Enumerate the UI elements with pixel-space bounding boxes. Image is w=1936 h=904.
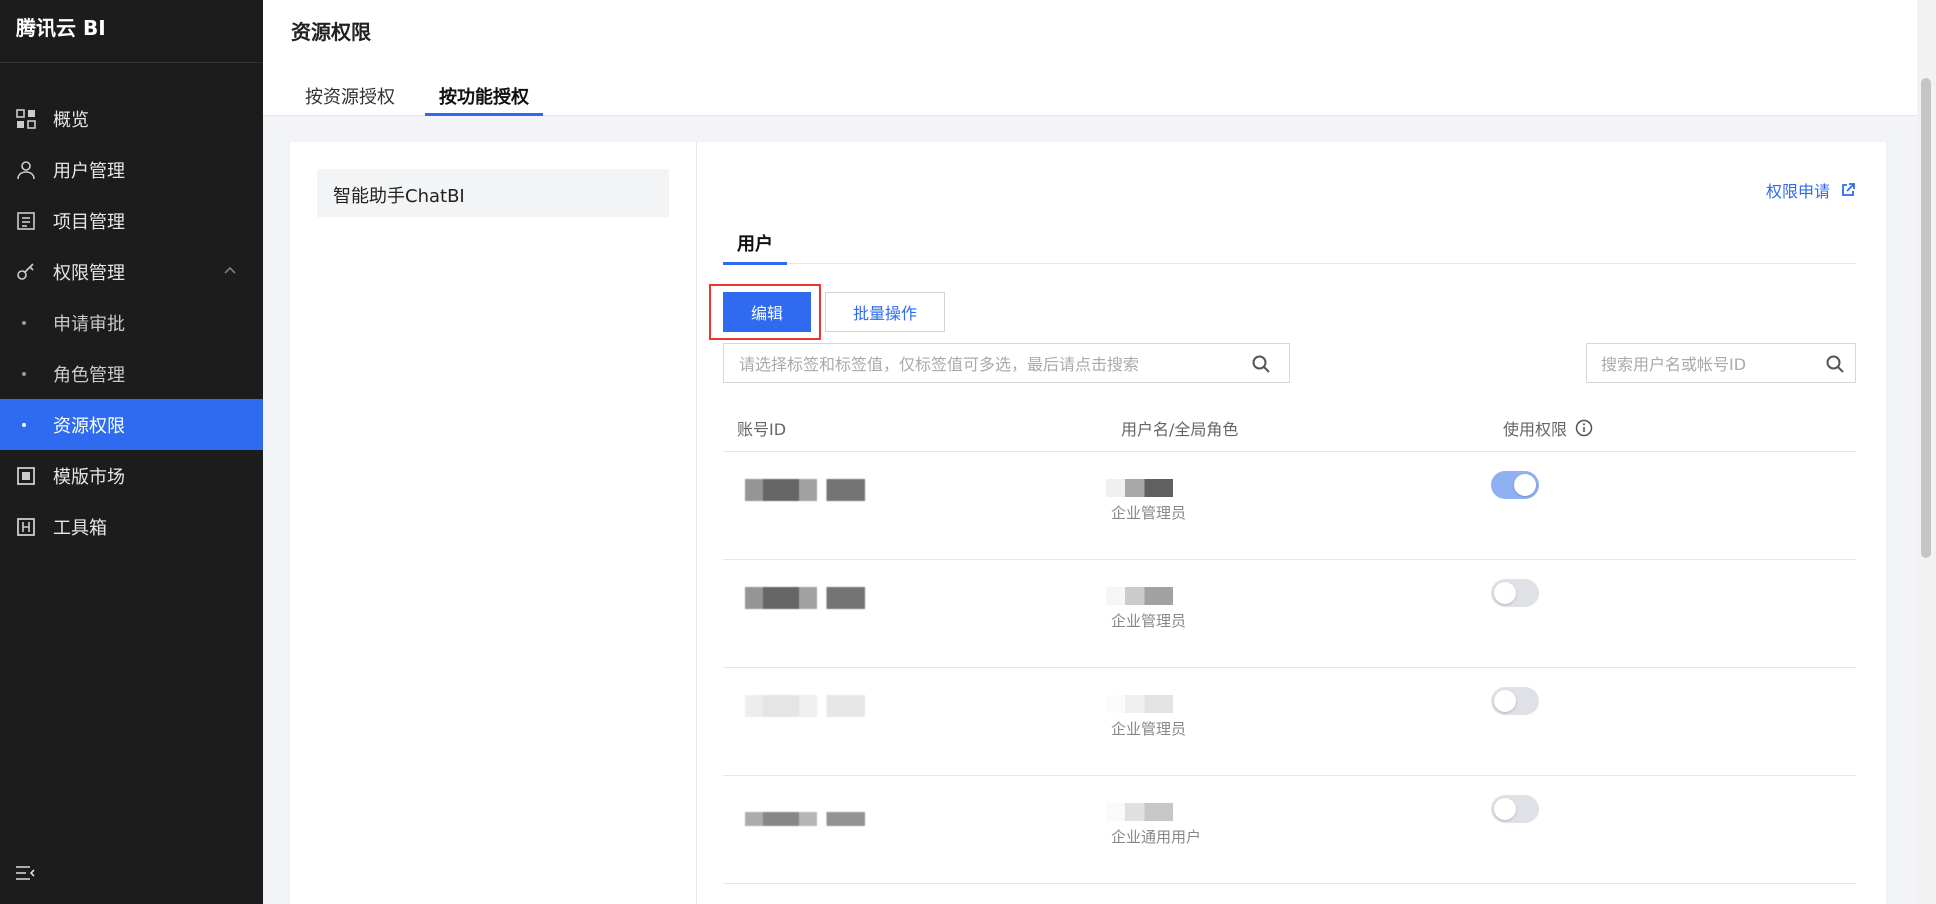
sidebar-item-label: 角色管理 xyxy=(53,364,125,386)
toggle-knob xyxy=(1494,798,1516,820)
sidebar-nav: 概览 用户管理 项目管理 权限管理 申请审批 角色管理 资源权限 模版市场 工具… xyxy=(0,93,263,552)
scrollbar-thumb[interactable] xyxy=(1921,78,1931,558)
table-header: 账号ID 用户名/全局角色 使用权限 xyxy=(723,404,1856,452)
template-icon xyxy=(16,466,36,486)
sidebar-item-label: 申请审批 xyxy=(53,313,125,335)
tab-by-resource[interactable]: 按资源授权 xyxy=(291,78,409,116)
page-title: 资源权限 xyxy=(291,20,371,44)
sidebar: 腾讯云 BI 概览 用户管理 项目管理 权限管理 申请审批 角色管理 资源权限 … xyxy=(0,0,263,904)
search-icon[interactable] xyxy=(1251,354,1271,374)
user-search-placeholder: 搜索用户名或帐号ID xyxy=(1601,355,1747,374)
header-username-role: 用户名/全局角色 xyxy=(1121,419,1239,439)
global-role: 企业管理员 xyxy=(1111,720,1187,738)
bullet-icon xyxy=(22,422,26,427)
sidebar-item-users[interactable]: 用户管理 xyxy=(0,144,263,195)
table-row: 企业管理员 xyxy=(723,452,1856,560)
function-list: 智能助手ChatBI xyxy=(290,142,697,904)
tag-search-placeholder: 请选择标签和标签值，仅标签值可多选，最后请点击搜索 xyxy=(739,355,1140,374)
account-id-redacted xyxy=(745,812,865,826)
sidebar-item-overview[interactable]: 概览 xyxy=(0,93,263,144)
user-search-input[interactable]: 搜索用户名或帐号ID xyxy=(1586,343,1856,383)
dashboard-icon xyxy=(16,108,36,129)
sidebar-item-approval[interactable]: 申请审批 xyxy=(0,297,263,348)
sidebar-item-label: 模版市场 xyxy=(53,466,125,488)
permission-toggle[interactable] xyxy=(1491,579,1539,607)
permission-tabs: 按资源授权 按功能授权 xyxy=(291,78,559,116)
tag-search-input[interactable]: 请选择标签和标签值，仅标签值可多选，最后请点击搜索 xyxy=(723,343,1290,383)
toggle-knob xyxy=(1494,690,1516,712)
sidebar-item-projects[interactable]: 项目管理 xyxy=(0,195,263,246)
user-subtabs: 用户 xyxy=(723,230,1856,265)
global-role: 企业管理员 xyxy=(1111,504,1187,522)
table-row: 企业管理员 xyxy=(723,560,1856,668)
page-header: 资源权限 按资源授权 按功能授权 xyxy=(263,0,1917,116)
bullet-icon xyxy=(22,371,26,376)
sidebar-item-label: 权限管理 xyxy=(53,262,125,284)
permission-panel: 权限申请 用户 编辑 批量操作 请选择标签和标签值，仅标签值可多选，最后请点击搜… xyxy=(697,142,1886,904)
external-link-icon xyxy=(1842,183,1855,196)
table-row: 企业管理员 xyxy=(723,668,1856,776)
info-icon[interactable] xyxy=(1575,419,1593,437)
edit-button[interactable]: 编辑 xyxy=(723,292,811,332)
permission-toggle[interactable] xyxy=(1491,795,1539,823)
collapse-menu-icon[interactable] xyxy=(14,862,36,884)
sidebar-item-label: 概览 xyxy=(53,109,89,131)
permission-toggle[interactable] xyxy=(1491,471,1539,499)
header-permission: 使用权限 xyxy=(1479,416,1856,440)
tab-users[interactable]: 用户 xyxy=(723,230,787,265)
content-card: 智能助手ChatBI 权限申请 用户 编辑 批量操作 请选择标签和标签值，仅标签… xyxy=(290,142,1886,904)
function-item-chatbi[interactable]: 智能助手ChatBI xyxy=(317,169,669,217)
tab-by-function[interactable]: 按功能授权 xyxy=(425,78,543,116)
key-icon xyxy=(16,262,36,282)
sidebar-item-label: 工具箱 xyxy=(53,517,107,539)
global-role: 企业通用用户 xyxy=(1111,828,1202,846)
apply-permission-link[interactable]: 权限申请 xyxy=(1766,178,1856,202)
account-id-redacted xyxy=(745,587,865,609)
username-redacted xyxy=(1106,587,1202,605)
sidebar-item-templates[interactable]: 模版市场 xyxy=(0,450,263,501)
sidebar-item-label: 用户管理 xyxy=(53,160,125,182)
user-permission-table: 账号ID 用户名/全局角色 使用权限 企业管理员 企业管理员 企业管理员 企业通… xyxy=(723,404,1856,884)
chevron-up-icon xyxy=(224,266,236,274)
bullet-icon xyxy=(22,320,26,325)
sidebar-item-resource-permissions[interactable]: 资源权限 xyxy=(0,399,263,450)
sidebar-item-permissions[interactable]: 权限管理 xyxy=(0,246,263,297)
toggle-knob xyxy=(1514,474,1536,496)
table-row: 企业通用用户 xyxy=(723,776,1856,884)
sidebar-item-label: 资源权限 xyxy=(53,415,125,437)
sidebar-item-toolbox[interactable]: 工具箱 xyxy=(0,501,263,552)
brand-logo: 腾讯云 BI xyxy=(0,0,263,63)
batch-operation-button[interactable]: 批量操作 xyxy=(825,292,945,332)
search-icon[interactable] xyxy=(1825,354,1845,374)
user-icon xyxy=(16,160,36,180)
account-id-redacted xyxy=(745,479,865,501)
sidebar-item-label: 项目管理 xyxy=(53,211,125,233)
global-role: 企业管理员 xyxy=(1111,612,1187,630)
header-permission-label: 使用权限 xyxy=(1503,419,1568,439)
account-id-redacted xyxy=(745,695,865,717)
sidebar-item-roles[interactable]: 角色管理 xyxy=(0,348,263,399)
permission-toggle[interactable] xyxy=(1491,687,1539,715)
username-redacted xyxy=(1106,695,1202,713)
apply-permission-label: 权限申请 xyxy=(1765,182,1830,201)
header-account-id: 账号ID xyxy=(737,419,787,439)
toggle-knob xyxy=(1494,582,1516,604)
username-redacted xyxy=(1106,803,1202,821)
username-redacted xyxy=(1106,479,1202,497)
page-scrollbar[interactable] xyxy=(1917,0,1936,904)
toolbox-icon xyxy=(16,517,36,537)
project-icon xyxy=(16,211,36,231)
